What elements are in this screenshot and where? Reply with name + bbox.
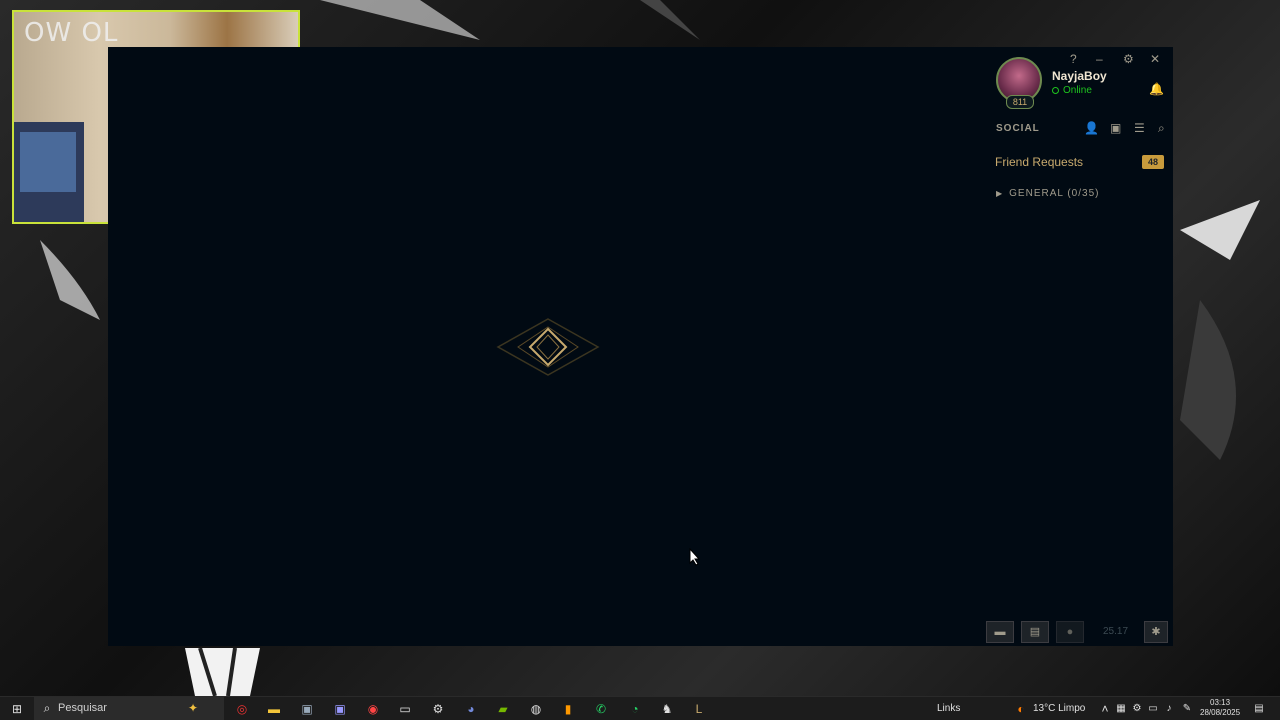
level-badge: 811 [1006,95,1034,109]
help-button[interactable]: ? [1070,52,1077,66]
friend-group-general[interactable]: ▶ GENERAL (0/35) [996,188,1099,199]
settings-gear-icon[interactable]: ⚙ [429,700,447,718]
app-icon[interactable]: ♞ [658,700,676,718]
taskbar-clock[interactable]: 03:13 28/08/2025 [1200,698,1240,718]
clash-icon[interactable]: ▤ [1021,621,1049,643]
premiere-pro-icon[interactable]: ▣ [331,700,349,718]
terminal-icon[interactable]: ▭ [396,700,414,718]
taskbar-search-box[interactable]: ⌕ Pesquisar ✦ [34,697,224,720]
opera-gx-icon[interactable]: ◎ [233,700,251,718]
search-placeholder: Pesquisar [58,702,107,714]
obs-icon[interactable]: ◍ [527,700,545,718]
social-panel: 811 NayjaBoy Online ? – ⚙ ✕ 🔔 SOCIAL 👤 ▣… [986,47,1173,646]
status-dot-icon [1052,87,1059,94]
app-icon[interactable]: ◉ [364,700,382,718]
discord-icon[interactable]: ◕ [462,700,480,718]
bug-report-icon[interactable]: ✱ [1144,621,1168,643]
add-friend-icon[interactable]: 👤 [1084,121,1099,135]
windows-taskbar: ⊞ ⌕ Pesquisar ✦ ◎ ▬ ▣ ▣ ◉ ▭ ⚙ ◕ ▰ ◍ ▮ ✆ … [0,696,1280,720]
links-toolbar[interactable]: Links [937,703,960,714]
client-bottom-bar: ▬ ▤ ● 25.17 ✱ [986,619,1173,646]
nvidia-icon[interactable]: ▰ [494,700,512,718]
settings-gear-icon[interactable]: ⚙ [1123,52,1134,66]
status-indicator[interactable]: Online [1052,85,1092,96]
pen-icon[interactable]: ✎ [1178,700,1196,718]
phone-app-icon[interactable]: ✆ [592,700,610,718]
username[interactable]: NayjaBoy [1052,69,1107,83]
mouse-cursor-icon [689,548,701,566]
search-icon: ⌕ [43,701,51,715]
windows-start-icon[interactable]: ⊞ [8,700,26,718]
clock-date: 28/08/2025 [1200,708,1241,717]
notification-center-icon[interactable]: ▤ [1250,700,1268,718]
friend-group-label: GENERAL (0/35) [1009,188,1100,199]
volume-icon[interactable]: ♪ [1160,700,1178,718]
close-button[interactable]: ✕ [1150,52,1160,66]
whatsapp-icon[interactable]: ◔ [626,700,644,718]
weather-text[interactable]: 13°C Limpo [1033,703,1085,714]
list-view-icon[interactable]: ☰ [1134,121,1145,135]
client-version-text: 25.17 [1103,626,1129,637]
minimize-button[interactable]: – [1096,52,1103,66]
copilot-sparkle-icon: ✦ [187,701,199,715]
chat-icon[interactable]: ▬ [986,621,1014,643]
loading-spinner-icon [496,318,600,376]
caret-right-icon: ▶ [996,189,1004,198]
status-text: Online [1063,85,1092,96]
league-client-window: 811 NayjaBoy Online ? – ⚙ ✕ 🔔 SOCIAL 👤 ▣… [108,47,1173,646]
app-icon[interactable]: ▮ [559,700,577,718]
social-title: SOCIAL [996,123,1040,134]
file-explorer-icon[interactable]: ▬ [265,700,283,718]
voice-mic-icon[interactable]: ● [1056,621,1084,643]
friend-requests-link[interactable]: Friend Requests [995,155,1083,169]
friend-requests-badge: 48 [1142,155,1164,169]
app-icon[interactable]: ▣ [298,700,316,718]
notification-bell-icon[interactable]: 🔔 [1149,82,1164,96]
weather-icon: ◐ [1017,702,1025,716]
league-client-taskbar-icon[interactable]: L [690,700,708,718]
clock-time: 03:13 [1210,698,1231,707]
add-folder-icon[interactable]: ▣ [1110,121,1121,135]
search-icon[interactable]: ⌕ [1158,121,1165,136]
